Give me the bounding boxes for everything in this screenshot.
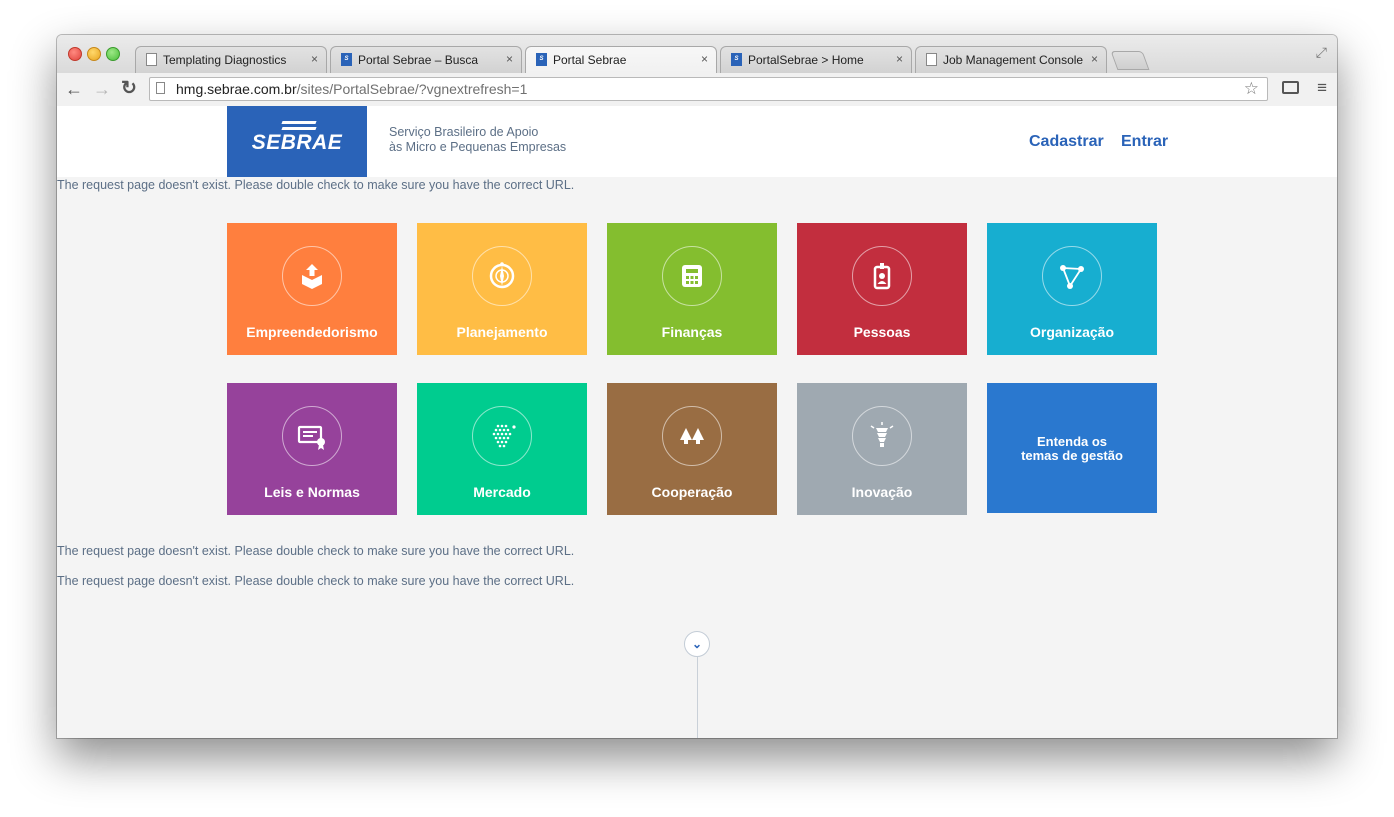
tile-icon-circle bbox=[852, 406, 912, 466]
logo-text: SEBRAE bbox=[251, 131, 343, 154]
tagline-line-1: Serviço Brasileiro de Apoio bbox=[389, 125, 539, 139]
tab-title: PortalSebrae > Home bbox=[748, 53, 864, 67]
cta-line-2: temas de gestão bbox=[1021, 448, 1123, 463]
id-badge-icon bbox=[873, 263, 891, 290]
tile-icon-circle bbox=[282, 406, 342, 466]
tile-label: Planejamento bbox=[456, 324, 548, 340]
cta-line-1: Entenda os bbox=[1036, 434, 1108, 449]
tagline-line-2: às Micro e Pequenas Empresas bbox=[389, 140, 567, 154]
tab-title: Portal Sebrae bbox=[553, 53, 627, 67]
tile-planejamento[interactable]: Planejamento bbox=[417, 223, 587, 355]
window-minimize-button[interactable] bbox=[87, 47, 101, 61]
menu-icon[interactable]: ≡ bbox=[1317, 78, 1327, 98]
tile-leis-e-normas[interactable]: Leis e Normas bbox=[227, 383, 397, 515]
tagline: Serviço Brasileiro de Apoio às Micro e P… bbox=[389, 125, 566, 155]
entenda-temas-button[interactable]: Entenda os temas de gestão bbox=[987, 383, 1157, 513]
tile-icon-circle bbox=[852, 246, 912, 306]
url-text[interactable]: hmg.sebrae.com.br/sites/PortalSebrae/?vg… bbox=[176, 81, 527, 97]
tile-label: Inovação bbox=[851, 484, 913, 500]
box-upload-icon bbox=[302, 264, 322, 289]
scroll-guide-line bbox=[697, 657, 698, 738]
chevron-down-icon: ⌄ bbox=[691, 637, 703, 651]
url-host: hmg.sebrae.com.br bbox=[176, 81, 297, 97]
calculator-icon bbox=[682, 265, 702, 287]
browser-window: Templating Diagnostics × S Portal Sebrae… bbox=[57, 35, 1337, 738]
url-path: /sites/PortalSebrae/?vgnextrefresh=1 bbox=[296, 81, 528, 97]
close-icon[interactable]: × bbox=[896, 52, 903, 66]
scroll-down-button[interactable]: ⌄ bbox=[684, 631, 710, 657]
trees-icon bbox=[680, 428, 704, 444]
error-message: The request page doesn't exist. Please d… bbox=[57, 574, 575, 588]
tile-label: Pessoas bbox=[853, 324, 911, 340]
close-icon[interactable]: × bbox=[506, 52, 513, 66]
fullscreen-icon[interactable]: ⤢ bbox=[1316, 44, 1327, 61]
page-icon bbox=[156, 82, 165, 94]
dots-cluster-icon bbox=[492, 424, 516, 448]
window-close-button[interactable] bbox=[68, 47, 82, 61]
tile-label: Cooperação bbox=[651, 484, 733, 500]
error-message: The request page doesn't exist. Please d… bbox=[57, 544, 575, 558]
tile-icon-circle bbox=[1042, 246, 1102, 306]
tile-label: Leis e Normas bbox=[264, 484, 360, 500]
error-message: The request page doesn't exist. Please d… bbox=[57, 178, 575, 192]
close-icon[interactable]: × bbox=[1091, 52, 1098, 66]
tab-strip: Templating Diagnostics × S Portal Sebrae… bbox=[57, 35, 1337, 73]
compass-icon bbox=[489, 262, 515, 289]
tab-portal-sebrae[interactable]: S Portal Sebrae × bbox=[525, 46, 717, 73]
sebrae-icon: S bbox=[341, 53, 352, 66]
window-maximize-button[interactable] bbox=[106, 47, 120, 61]
tile-cooperacao[interactable]: Cooperação bbox=[607, 383, 777, 515]
tile-label: Organização bbox=[1029, 324, 1115, 340]
tile-icon-circle bbox=[472, 246, 532, 306]
sebrae-logo[interactable]: SEBRAE bbox=[227, 106, 367, 177]
cast-icon[interactable] bbox=[1282, 81, 1299, 94]
reload-icon[interactable]: ↻ bbox=[121, 78, 137, 100]
tab-portalsebrae-home[interactable]: S PortalSebrae > Home × bbox=[720, 46, 912, 73]
document-icon bbox=[146, 53, 157, 66]
entrar-link[interactable]: Entrar bbox=[1121, 133, 1168, 151]
cta-text: Entenda os temas de gestão bbox=[987, 435, 1157, 463]
sebrae-icon: S bbox=[731, 53, 742, 66]
tile-label: Empreendedorismo bbox=[246, 324, 378, 340]
close-icon[interactable]: × bbox=[701, 52, 708, 66]
network-icon bbox=[1060, 265, 1084, 289]
back-arrow-icon[interactable]: ← bbox=[65, 78, 83, 100]
forward-arrow-icon[interactable]: → bbox=[93, 78, 111, 100]
address-bar[interactable]: hmg.sebrae.com.br/sites/PortalSebrae/?vg… bbox=[149, 77, 1268, 101]
tab-job-management-console[interactable]: Job Management Console × bbox=[915, 46, 1107, 73]
lightbulb-icon bbox=[870, 422, 894, 447]
site-header: SEBRAE Serviço Brasileiro de Apoio às Mi… bbox=[57, 106, 1337, 177]
page-content: SEBRAE Serviço Brasileiro de Apoio às Mi… bbox=[57, 106, 1337, 738]
tile-icon-circle bbox=[472, 406, 532, 466]
tile-organizacao[interactable]: Organização bbox=[987, 223, 1157, 355]
tile-pessoas[interactable]: Pessoas bbox=[797, 223, 967, 355]
close-icon[interactable]: × bbox=[311, 52, 318, 66]
certificate-icon bbox=[297, 425, 325, 450]
tab-portal-sebrae-busca[interactable]: S Portal Sebrae – Busca × bbox=[330, 46, 522, 73]
tab-title: Templating Diagnostics bbox=[163, 53, 287, 67]
tile-label: Finanças bbox=[661, 324, 723, 340]
tile-financas[interactable]: Finanças bbox=[607, 223, 777, 355]
tab-title: Job Management Console bbox=[943, 53, 1084, 67]
tile-empreendedorismo[interactable]: Empreendedorismo bbox=[227, 223, 397, 355]
tile-label: Mercado bbox=[473, 484, 531, 500]
tab-templating-diagnostics[interactable]: Templating Diagnostics × bbox=[135, 46, 327, 73]
document-icon bbox=[926, 53, 937, 66]
browser-toolbar: ← → ↻ hmg.sebrae.com.br/sites/PortalSebr… bbox=[57, 73, 1337, 107]
new-tab-button[interactable] bbox=[1110, 51, 1150, 70]
tile-icon-circle bbox=[662, 246, 722, 306]
bookmark-star-icon[interactable]: ☆ bbox=[1244, 79, 1259, 99]
tile-icon-circle bbox=[662, 406, 722, 466]
tile-icon-circle bbox=[282, 246, 342, 306]
tile-mercado[interactable]: Mercado bbox=[417, 383, 587, 515]
tile-inovacao[interactable]: Inovação bbox=[797, 383, 967, 515]
cadastrar-link[interactable]: Cadastrar bbox=[1029, 133, 1104, 151]
sebrae-icon: S bbox=[536, 53, 547, 66]
tab-title: Portal Sebrae – Busca bbox=[358, 53, 479, 67]
